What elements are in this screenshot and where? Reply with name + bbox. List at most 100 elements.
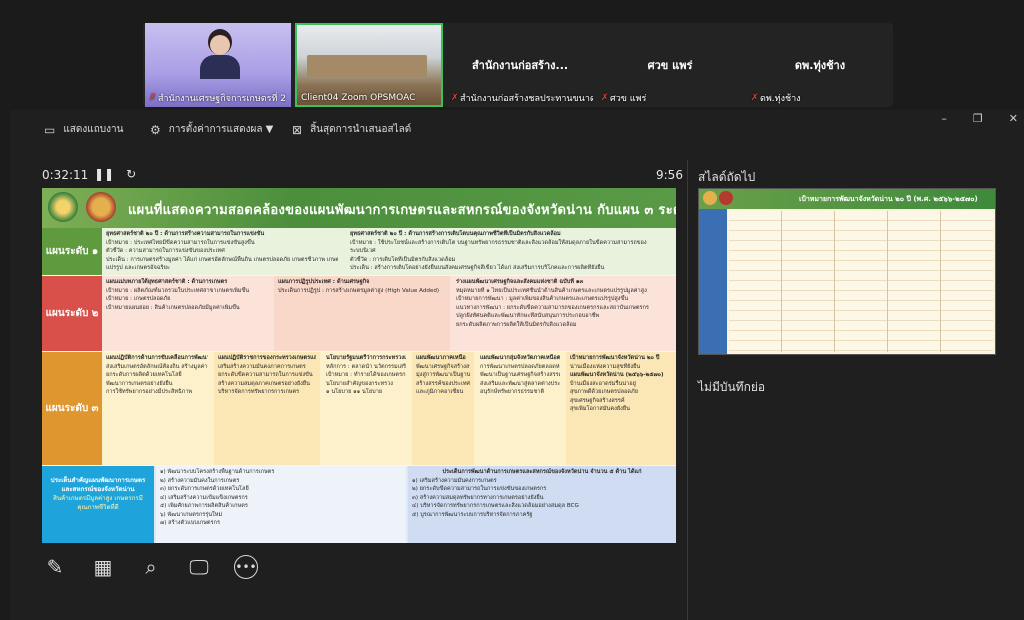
cell-line: และภูมิภาคอาเซียน — [416, 389, 464, 395]
next-slide-thumbnail[interactable]: เป้าหมายการพัฒนาจังหวัดน่าน ๒๐ ปี (พ.ศ. … — [698, 188, 996, 355]
cell-line: ๑) พัฒนาระบบโครงสร้างพื้นฐานด้านการเกษตร — [160, 469, 275, 475]
timer-controls: ❚❚ ↻ — [94, 167, 136, 181]
province-seal-icon — [86, 192, 116, 222]
cell-line: พัฒนาเป็นฐานเศรษฐกิจสร้างสรรค์ — [480, 372, 560, 378]
development-issues-box: ประเด็นการพัฒนาด้านการเกษตรและสหกรณ์ของจ… — [408, 466, 676, 543]
cell-line: เป้าหมาย : ผลิตภัณฑ์มวลรวมในประเทศสาขาเก… — [106, 287, 250, 294]
see-all-slides-icon[interactable]: ▦ — [90, 554, 116, 580]
current-slide[interactable]: แผนที่แสดงความสอดคล้องของแผนพัฒนาการเกษต… — [42, 188, 676, 543]
slide-clock: 9:56 — [656, 168, 683, 182]
display-settings-button[interactable]: ⚙ การตั้งค่าการแสดงผล ▼ — [150, 122, 273, 137]
cell-line: ๕) เพิ่มศักยภาพการผลิตสินค้าเกษตร — [160, 503, 248, 509]
cell-line: ๒) สร้างความมั่นคงในการเกษตร — [160, 477, 240, 484]
slide-title: แผนที่แสดงความสอดคล้องของแผนพัฒนาการเกษต… — [128, 203, 676, 218]
participant-video-person — [200, 29, 240, 79]
cell-line: ๖) พัฒนาเกษตรกรรุ่นใหม่ — [160, 511, 223, 518]
display-settings-icon: ⚙ — [150, 122, 161, 137]
level-3-cell-province-group-plan: แผนพัฒนากลุ่มจังหวัดภาคเหนือตอนบน ๒ การพ… — [476, 352, 564, 465]
participant-tile-2-active-speaker[interactable]: Client04 Zoom OPSMOAC — [295, 23, 443, 107]
cell-line: เป้าหมาย : เกษตรปลอดภัย — [106, 296, 171, 302]
bottom-summary-row: ประเด็นสำคัญแผนพัฒนาการเกษตรและสหกรณ์ของ… — [42, 466, 676, 543]
level-1-cell-strategy-green-growth: ยุทธศาสตร์ชาติ ๒๐ ปี : ด้านการสร้างการเต… — [346, 228, 676, 275]
pane-divider[interactable] — [687, 160, 688, 620]
cell-line: แผนปฏิบัติการด้านการขับเคลื่อนการพัฒนาปร… — [106, 355, 208, 361]
cell-line: พัฒนาเศรษฐกิจสร้างสรรค์ — [416, 363, 470, 370]
taskbar-icon: ▭ — [44, 122, 56, 137]
black-screen-icon[interactable]: 🖵 — [186, 554, 212, 580]
pause-icon[interactable]: ❚❚ — [94, 167, 114, 181]
end-slideshow-button[interactable]: ⊠ สิ้นสุดการนำเสนอสไลด์ — [292, 122, 411, 137]
minimize-button[interactable]: – — [941, 112, 947, 125]
cell-line: ตัวชี้วัด : การเติบโตที่เป็นมิตรกับสิ่งแ… — [350, 256, 456, 263]
key-issues-sub: สินค้าเกษตรมีมูลค่าสูง เกษตรกรมีคุณภาพชี… — [53, 495, 143, 511]
level-label: แผนระดับ ๑ — [42, 228, 102, 275]
cell-line: บ้านเมืองสะอาดร่มรื่นน่าอยู่ — [570, 380, 636, 387]
cell-line: ๓) สร้างความสมดุลทรัพยากรทางการเกษตรอย่า… — [412, 494, 544, 501]
cell-line: ๑) เสริมสร้างความมั่นคงการเกษตร — [412, 477, 497, 484]
cell-line: บริหารจัดการทรัพยากรการเกษตร — [218, 389, 300, 395]
restore-button[interactable]: ❐ — [973, 112, 983, 125]
participant-tile-1[interactable]: ✗ สำนักงานเศรษฐกิจการเกษตรที่ 2 — [145, 23, 291, 107]
mic-muted-icon: ✗ — [451, 92, 459, 103]
participant-tile-3[interactable]: สำนักงานก่อสร้าง... ✗ สำนักงานก่อสร้างชลป… — [447, 23, 593, 107]
cell-line: ยุทธศาสตร์ชาติ ๒๐ ปี : ด้านการสร้างการเต… — [350, 231, 561, 237]
key-issues-box: ประเด็นสำคัญแผนพัฒนาการเกษตรและสหกรณ์ของ… — [42, 466, 154, 543]
cell-line: ประเด็นการปฏิรูป : การสร้างเกษตรมูลค่าสู… — [278, 287, 440, 294]
key-issues-title: ประเด็นสำคัญแผนพัฒนาการเกษตรและสหกรณ์ของ… — [50, 477, 146, 493]
cell-line: นโยบายสำคัญของกระทรวง — [326, 380, 394, 387]
cell-line: สร้างสรรค์ของประเทศ เชื่อมโยงภาคกลาง — [416, 380, 470, 387]
cell-line: ๕) บูรณาการพัฒนาระบบการบริหารจัดการภาครั… — [412, 511, 533, 518]
level-3-cell-nan-province-goal: เป้าหมายการพัฒนาจังหวัดน่าน ๒๐ ปี น่านเม… — [566, 352, 676, 465]
cell-line: ๑ นโยบาย ๑๑ นโยบาย — [326, 389, 383, 395]
mic-muted-icon: ✗ — [149, 92, 157, 103]
cell-line: แปรรูป และเกษตรอัจฉริยะ — [106, 265, 170, 271]
participant-caption: Client04 Zoom OPSMOAC — [301, 93, 416, 103]
level-2-cell-reform-plan: แผนการปฏิรูปประเทศ : ด้านเศรษฐกิจ ประเด็… — [274, 276, 450, 351]
cell-line: ร่างแผนพัฒนาเศรษฐกิจและสังคมแห่งชาติ ฉบั… — [456, 279, 584, 285]
cell-line: สุขเพิ่มโอกาสมั่นคงยั่งยืน — [570, 406, 630, 412]
level-3-cell-bcg: แผนปฏิบัติการด้านการขับเคลื่อนการพัฒนาปร… — [102, 352, 212, 465]
cell-line: เป้าหมาย : ทำรายได้ของเกษตรกรเพิ่มขึ้น — [326, 372, 406, 378]
cell-line: สุขเศรษฐกิจสร้างสรรค์ — [570, 397, 625, 404]
window-controls: – ❐ ✕ — [941, 112, 1018, 125]
cell-line: แผนการปฏิรูปประเทศ : ด้านเศรษฐกิจ — [278, 279, 370, 285]
participant-name: ดพ.ทุ่งช้าง — [794, 59, 846, 72]
cell-line: พัฒนาการเกษตรอย่างยั่งยืน — [106, 380, 173, 387]
cell-line: เป้าหมายการพัฒนาจังหวัดน่าน ๒๐ ปี — [570, 355, 660, 361]
cell-line: น่านเมืองแห่งความสุขที่ยั่งยืน — [570, 363, 641, 370]
cell-line: ยกระดับผลิตภาพการผลิตให้เป็นมิตรกับสิ่งแ… — [456, 321, 577, 328]
cell-line: การพัฒนาเกษตรปลอดภัยตลอดห่วงโซ่ — [480, 363, 560, 370]
close-button[interactable]: ✕ — [1009, 112, 1018, 125]
reset-timer-icon[interactable]: ↻ — [126, 167, 136, 181]
show-taskbar-button[interactable]: ▭ แสดงแถบงาน — [44, 122, 123, 137]
cell-line: เป้าหมาย : ใช้ประโยชน์และสร้างการเติบโต … — [350, 239, 647, 246]
more-options-icon[interactable]: ••• — [234, 555, 258, 579]
cell-line: ๔) บริหารจัดการทรัพยากรการเกษตรและสิ่งแว… — [412, 503, 579, 509]
cell-line: ประเด็น : สร้างการเติบโตอย่างยั่งยืนบนสั… — [350, 265, 605, 271]
zoom-magnifier-icon[interactable]: ⌕ — [138, 554, 164, 580]
presenter-toolbar: ▭ แสดงแถบงาน ⚙ การตั้งค่าการแสดงผล ▼ ⊠ สิ้น… — [10, 110, 1024, 150]
cell-line: เป้าหมายการพัฒนา : มูลค่าเพิ่มของสินค้าเ… — [456, 296, 629, 302]
cell-line: แผนพัฒนาจังหวัดน่าน (๒๕๖๖-๒๕๗๐) — [570, 372, 664, 378]
cell-line: ตัวชี้วัด : ความสามารถในการแข่งขันของประ… — [106, 248, 225, 254]
cell-line: สุขภาพดีด้วยเกษตรปลอดภัย — [570, 389, 638, 395]
level-2-cell-national-plan-13: ร่างแผนพัฒนาเศรษฐกิจและสังคมแห่งชาติ ฉบั… — [452, 276, 676, 351]
pen-tool-icon[interactable]: ✎ — [42, 554, 68, 580]
cell-line: เป้าหมายแผนย่อย : สินค้าเกษตรปลอดภัยมีมู… — [106, 304, 240, 311]
cell-line: แผนปฏิบัติราชการของกระทรวงเกษตรและสหกรณ์… — [218, 355, 316, 361]
cell-line: ยกระดับการผลิตด้วยเทคโนโลยี — [106, 372, 182, 378]
cell-line: แผนพัฒนากลุ่มจังหวัดภาคเหนือตอนบน ๒ — [480, 355, 560, 361]
cell-line: ๔) เสริมสร้างความเข้มแข็งเกษตรกร — [160, 494, 248, 501]
participant-strip: ✗ สำนักงานเศรษฐกิจการเกษตรที่ 2 Client04 … — [143, 23, 893, 107]
participant-caption: ✗ ศวข แพร่ — [601, 92, 647, 104]
participant-tile-4[interactable]: ศวข แพร่ ✗ ศวข แพร่ — [597, 23, 743, 107]
participant-tile-5[interactable]: ดพ.ทุ่งช้าง ✗ ดพ.ทุ่งช้าง — [747, 23, 893, 107]
level-3-cell-minister-policy: นโยบายรัฐมนตรีว่าการกระทรวงเกษตรและสหกรณ… — [322, 352, 410, 465]
level-3-row: แผนระดับ ๓ แผนปฏิบัติการด้านการขับเคลื่อ… — [42, 352, 676, 465]
thumb-left-column — [699, 209, 727, 354]
cell-line: หมุดหมายที่ ๑ ไทยเป็นประเทศชั้นนำด้านสิน… — [456, 287, 647, 294]
level-2-row: แผนระดับ ๒ แผนแม่บทภายใต้ยุทธศาสตร์ชาติ … — [42, 276, 676, 351]
elapsed-timer: 0:32:11 — [42, 168, 89, 182]
level-2-cell-master-plan: แผนแม่บทภายใต้ยุทธศาสตร์ชาติ : ด้านการเก… — [102, 276, 272, 351]
thumb-table-columns — [729, 211, 993, 352]
